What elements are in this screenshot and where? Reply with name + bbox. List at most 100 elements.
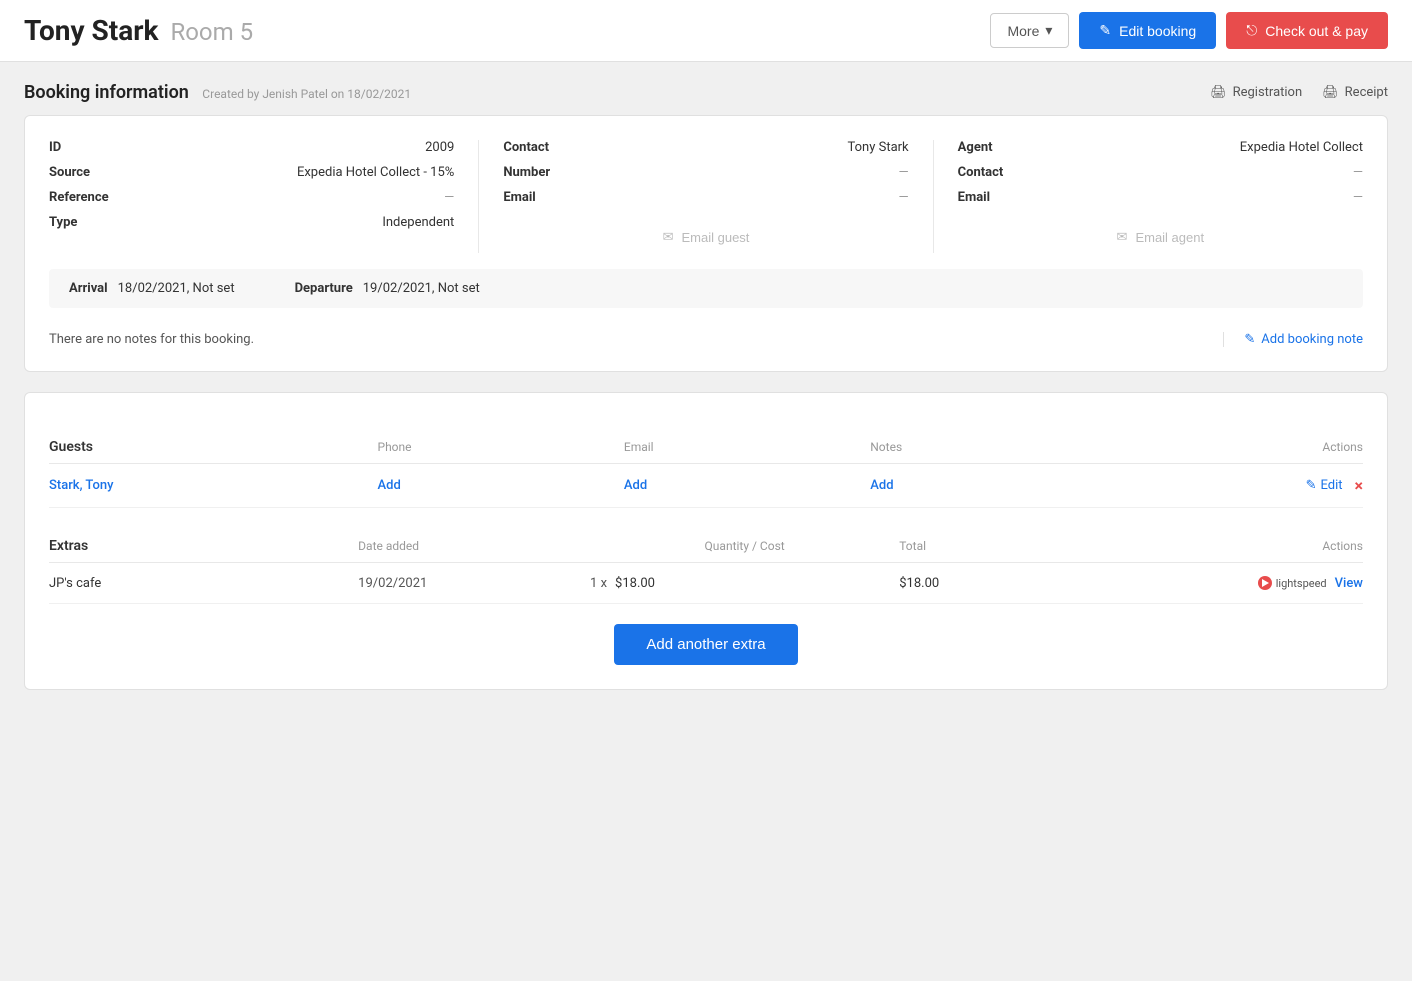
booking-created-by: Created by Jenish Patel on 18/02/2021 bbox=[202, 87, 411, 101]
booking-info-card: ID 2009 Source Expedia Hotel Collect - 1… bbox=[24, 115, 1388, 372]
phone-col-header: Phone bbox=[378, 440, 624, 454]
email-agent-label: Email agent bbox=[1135, 230, 1204, 245]
departure-label: Departure bbox=[295, 281, 353, 296]
no-notes-text: There are no notes for this booking. bbox=[49, 332, 254, 347]
checkout-button[interactable]: ⎋ Check out & pay bbox=[1226, 12, 1388, 49]
email-col-header: Email bbox=[624, 440, 870, 454]
envelope-icon: ✉ bbox=[663, 229, 674, 245]
registration-link[interactable]: 🖨 Registration bbox=[1210, 85, 1302, 100]
edit-guest-link[interactable]: ✎ Edit bbox=[1306, 478, 1343, 493]
agent-label: Agent bbox=[958, 140, 993, 155]
type-value: Independent bbox=[382, 215, 454, 230]
reference-value: — bbox=[444, 190, 454, 205]
guest-name-link[interactable]: Stark, Tony bbox=[49, 478, 113, 493]
contact-row: Contact Tony Stark bbox=[503, 140, 908, 155]
guests-extras-card: Guests Phone Email Notes Actions Stark, … bbox=[24, 392, 1388, 690]
add-phone-link[interactable]: Add bbox=[378, 478, 401, 493]
extras-table: Extras Date added Quantity / Cost Total … bbox=[49, 532, 1363, 665]
booking-right-col: Agent Expedia Hotel Collect Contact — Em… bbox=[958, 140, 1363, 253]
pencil-icon: ✎ bbox=[1099, 22, 1111, 39]
table-row: Stark, Tony Add Add Add ✎ Edit × bbox=[49, 464, 1363, 508]
arrival-label: Arrival bbox=[69, 281, 108, 296]
more-button[interactable]: More ▾ bbox=[990, 13, 1069, 48]
add-notes-link[interactable]: Add bbox=[870, 478, 893, 493]
booking-info-title: Booking information bbox=[24, 82, 189, 103]
notes-row: There are no notes for this booking. ✎ A… bbox=[49, 324, 1363, 347]
edit-label: Edit bbox=[1320, 478, 1342, 493]
guest-phone-cell: Add bbox=[378, 478, 624, 493]
reference-row: Reference — bbox=[49, 190, 454, 205]
pencil-note-icon: ✎ bbox=[1244, 332, 1255, 347]
guest-name-cell: Stark, Tony bbox=[49, 478, 378, 493]
arrival-departure-row: Arrival 18/02/2021, Not set Departure 19… bbox=[49, 269, 1363, 308]
email-guest-button[interactable]: ✉ Email guest bbox=[503, 221, 908, 253]
arrival-item: Arrival 18/02/2021, Not set bbox=[69, 281, 235, 296]
receipt-link[interactable]: 🖨 Receipt bbox=[1322, 85, 1388, 100]
departure-value: 19/02/2021, Not set bbox=[363, 281, 480, 296]
source-label: Source bbox=[49, 165, 90, 180]
source-value: Expedia Hotel Collect - 15% bbox=[297, 165, 454, 180]
extras-table-row: JP's cafe 19/02/2021 1 x $18.00 $18.00 l… bbox=[49, 563, 1363, 604]
booking-info-title-group: Booking information Created by Jenish Pa… bbox=[24, 82, 411, 103]
id-label: ID bbox=[49, 140, 61, 155]
guests-table: Guests Phone Email Notes Actions Stark, … bbox=[49, 433, 1363, 508]
extra-actions-cell: lightspeed View bbox=[1131, 575, 1363, 591]
extra-name-cell: JP's cafe bbox=[49, 576, 358, 591]
add-extra-button[interactable]: Add another extra bbox=[614, 624, 797, 665]
email-guest-label: Email guest bbox=[681, 230, 749, 245]
booking-info-grid: ID 2009 Source Expedia Hotel Collect - 1… bbox=[49, 140, 1363, 253]
notes-col-header: Notes bbox=[870, 440, 1199, 454]
agent-email-value: — bbox=[1353, 190, 1363, 205]
guest-notes-cell: Add bbox=[870, 478, 1199, 493]
email-value: — bbox=[899, 190, 909, 205]
receipt-label: Receipt bbox=[1345, 85, 1388, 100]
id-row: ID 2009 bbox=[49, 140, 454, 155]
total-col-header: Total bbox=[899, 539, 1131, 553]
type-label: Type bbox=[49, 215, 77, 230]
lightspeed-logo: lightspeed bbox=[1257, 575, 1327, 591]
room-label: Room 5 bbox=[170, 18, 253, 46]
edit-pencil-icon: ✎ bbox=[1306, 478, 1317, 493]
extra-qty-cell: 1 x $18.00 bbox=[590, 576, 899, 591]
agent-contact-label: Contact bbox=[958, 165, 1004, 180]
envelope-agent-icon: ✉ bbox=[1117, 229, 1128, 245]
chevron-down-icon: ▾ bbox=[1045, 22, 1052, 39]
cost-value: $18.00 bbox=[615, 576, 655, 591]
guest-email-cell: Add bbox=[624, 478, 870, 493]
extra-total-cell: $18.00 bbox=[899, 576, 1131, 591]
actions-col-header: Actions bbox=[1199, 440, 1363, 454]
top-bar: Tony Stark Room 5 More ▾ ✎ Edit booking … bbox=[0, 0, 1412, 62]
id-value: 2009 bbox=[425, 140, 454, 155]
booking-left-col: ID 2009 Source Expedia Hotel Collect - 1… bbox=[49, 140, 479, 253]
top-bar-actions: More ▾ ✎ Edit booking ⎋ Check out & pay bbox=[990, 12, 1388, 49]
agent-email-label: Email bbox=[958, 190, 990, 205]
lightspeed-icon bbox=[1257, 575, 1273, 591]
checkout-icon: ⎋ bbox=[1246, 22, 1257, 39]
delete-guest-button[interactable]: × bbox=[1355, 476, 1364, 495]
booking-middle-col: Contact Tony Stark Number — Email — ✉ Em… bbox=[503, 140, 933, 253]
contact-label: Contact bbox=[503, 140, 549, 155]
agent-row: Agent Expedia Hotel Collect bbox=[958, 140, 1363, 155]
checkout-label: Check out & pay bbox=[1265, 23, 1368, 39]
view-extra-link[interactable]: View bbox=[1335, 576, 1363, 591]
page-content: Booking information Created by Jenish Pa… bbox=[0, 62, 1412, 730]
add-email-link[interactable]: Add bbox=[624, 478, 647, 493]
email-row: Email — bbox=[503, 190, 908, 205]
agent-contact-row: Contact — bbox=[958, 165, 1363, 180]
guest-name: Tony Stark bbox=[24, 14, 158, 47]
agent-email-row: Email — bbox=[958, 190, 1363, 205]
extras-actions-col-header: Actions bbox=[1131, 539, 1363, 553]
email-label: Email bbox=[503, 190, 535, 205]
more-label: More bbox=[1007, 23, 1039, 39]
number-value: — bbox=[899, 165, 909, 180]
type-row: Type Independent bbox=[49, 215, 454, 230]
extras-col-header: Extras bbox=[49, 538, 358, 554]
date-col-header: Date added bbox=[358, 539, 590, 553]
add-note-link[interactable]: ✎ Add booking note bbox=[1223, 332, 1363, 347]
edit-booking-button[interactable]: ✎ Edit booking bbox=[1079, 12, 1216, 49]
printer-icon: 🖨 bbox=[1210, 85, 1227, 100]
departure-item: Departure 19/02/2021, Not set bbox=[295, 281, 480, 296]
email-agent-button[interactable]: ✉ Email agent bbox=[958, 221, 1363, 253]
booking-info-actions: 🖨 Registration 🖨 Receipt bbox=[1210, 85, 1388, 100]
registration-label: Registration bbox=[1233, 85, 1303, 100]
